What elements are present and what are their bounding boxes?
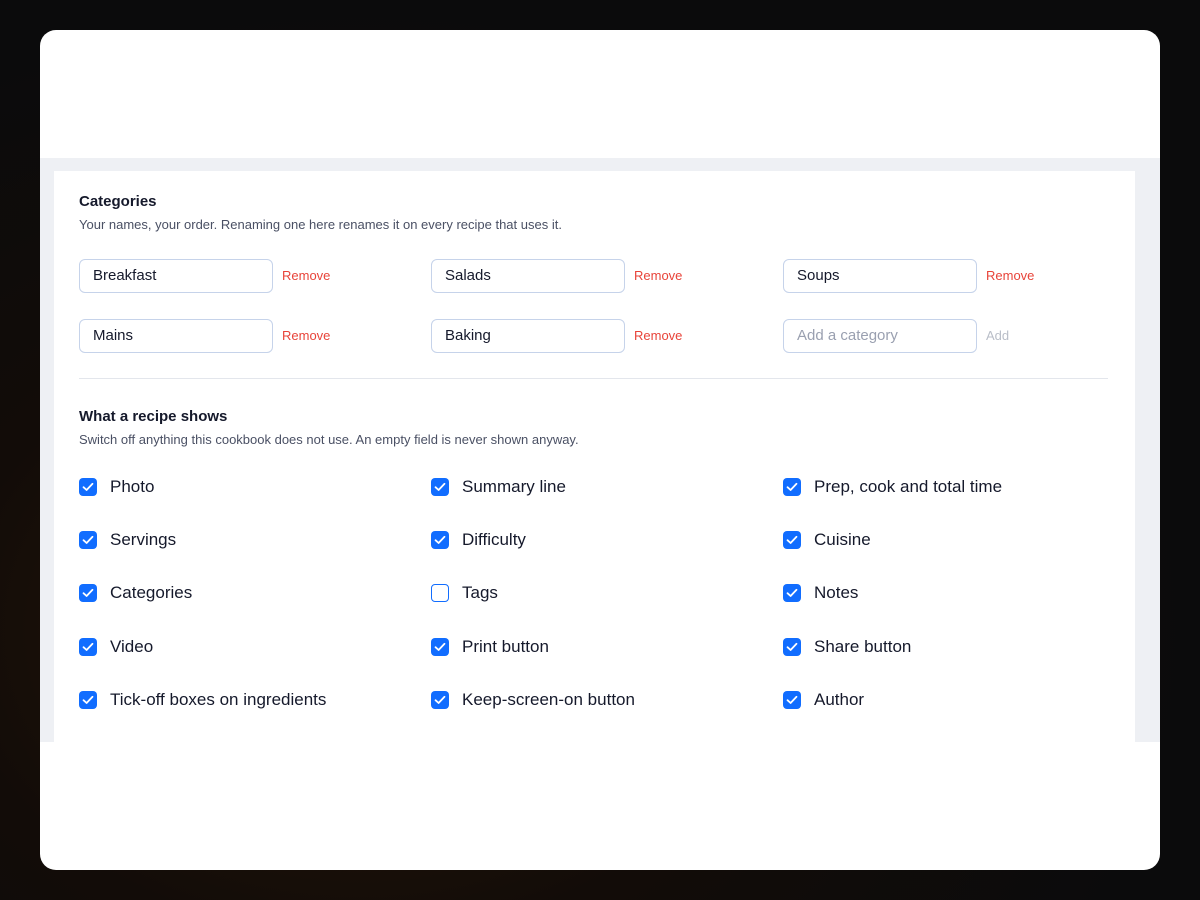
remove-category-button[interactable]: Remove <box>634 319 682 353</box>
section-divider <box>79 378 1108 379</box>
option-label: Share button <box>814 637 912 656</box>
option-label: Servings <box>110 530 177 549</box>
checkbox-checked-icon[interactable] <box>79 691 97 709</box>
checkbox-checked-icon[interactable] <box>431 691 449 709</box>
option-print-button[interactable]: Print button <box>431 636 549 658</box>
category-input-baking[interactable]: Baking <box>431 319 625 353</box>
checkbox-checked-icon[interactable] <box>79 584 97 602</box>
category-input-salads[interactable]: Salads <box>431 259 625 293</box>
option-label: Summary line <box>462 477 566 496</box>
option-tags[interactable]: Tags <box>431 582 498 604</box>
option-label: Print button <box>462 637 549 656</box>
remove-category-button[interactable]: Remove <box>282 319 330 353</box>
remove-category-button[interactable]: Remove <box>634 259 682 293</box>
option-cuisine[interactable]: Cuisine <box>783 529 871 551</box>
option-servings[interactable]: Servings <box>79 529 176 551</box>
option-label: Cuisine <box>814 530 871 549</box>
option-label: Difficulty <box>462 530 526 549</box>
option-categories[interactable]: Categories <box>79 582 192 604</box>
recipe-fields-subtitle: Switch off anything this cookbook does n… <box>79 432 579 447</box>
checkbox-checked-icon[interactable] <box>431 638 449 656</box>
option-difficulty[interactable]: Difficulty <box>431 529 526 551</box>
settings-panel: Categories Your names, your order. Renam… <box>54 171 1135 742</box>
option-label: Categories <box>110 583 193 602</box>
add-category-input[interactable]: Add a category <box>783 319 977 353</box>
checkbox-checked-icon[interactable] <box>783 691 801 709</box>
remove-category-button[interactable]: Remove <box>282 259 330 293</box>
option-label: Keep-screen-on button <box>462 690 635 709</box>
recipe-fields-title: What a recipe shows <box>79 408 228 425</box>
category-input-mains[interactable]: Mains <box>79 319 273 353</box>
checkbox-checked-icon[interactable] <box>79 478 97 496</box>
option-notes[interactable]: Notes <box>783 582 858 604</box>
option-video[interactable]: Video <box>79 636 153 658</box>
dialog-frame: Categories Your names, your order. Renam… <box>40 30 1160 870</box>
checkbox-checked-icon[interactable] <box>783 584 801 602</box>
option-label: Author <box>814 690 865 709</box>
option-label: Video <box>110 637 154 656</box>
option-label: Prep, cook and total time <box>814 477 1003 496</box>
option-tick-off-boxes-on-ingredients[interactable]: Tick-off boxes on ingredients <box>79 689 326 711</box>
categories-subtitle: Your names, your order. Renaming one her… <box>79 217 562 232</box>
option-share-button[interactable]: Share button <box>783 636 911 658</box>
option-prep-cook-and-total-time[interactable]: Prep, cook and total time <box>783 476 1002 498</box>
checkbox-checked-icon[interactable] <box>783 478 801 496</box>
checkbox-checked-icon[interactable] <box>783 531 801 549</box>
checkbox-checked-icon[interactable] <box>79 638 97 656</box>
option-label: Notes <box>814 583 859 602</box>
category-input-soups[interactable]: Soups <box>783 259 977 293</box>
checkbox-checked-icon[interactable] <box>431 478 449 496</box>
option-author[interactable]: Author <box>783 689 864 711</box>
option-photo[interactable]: Photo <box>79 476 154 498</box>
add-category-button[interactable]: Add <box>986 319 1009 353</box>
checkbox-checked-icon[interactable] <box>431 531 449 549</box>
checkbox-checked-icon[interactable] <box>79 531 97 549</box>
option-label: Tags <box>462 583 498 602</box>
option-label: Tick-off boxes on ingredients <box>110 690 327 709</box>
checkbox-checked-icon[interactable] <box>783 638 801 656</box>
option-label: Photo <box>110 477 155 496</box>
category-input-breakfast[interactable]: Breakfast <box>79 259 273 293</box>
remove-category-button[interactable]: Remove <box>986 259 1034 293</box>
categories-title: Categories <box>79 193 157 210</box>
option-summary-line[interactable]: Summary line <box>431 476 566 498</box>
checkbox-unchecked-icon[interactable] <box>431 584 449 602</box>
option-keep-screen-on-button[interactable]: Keep-screen-on button <box>431 689 635 711</box>
